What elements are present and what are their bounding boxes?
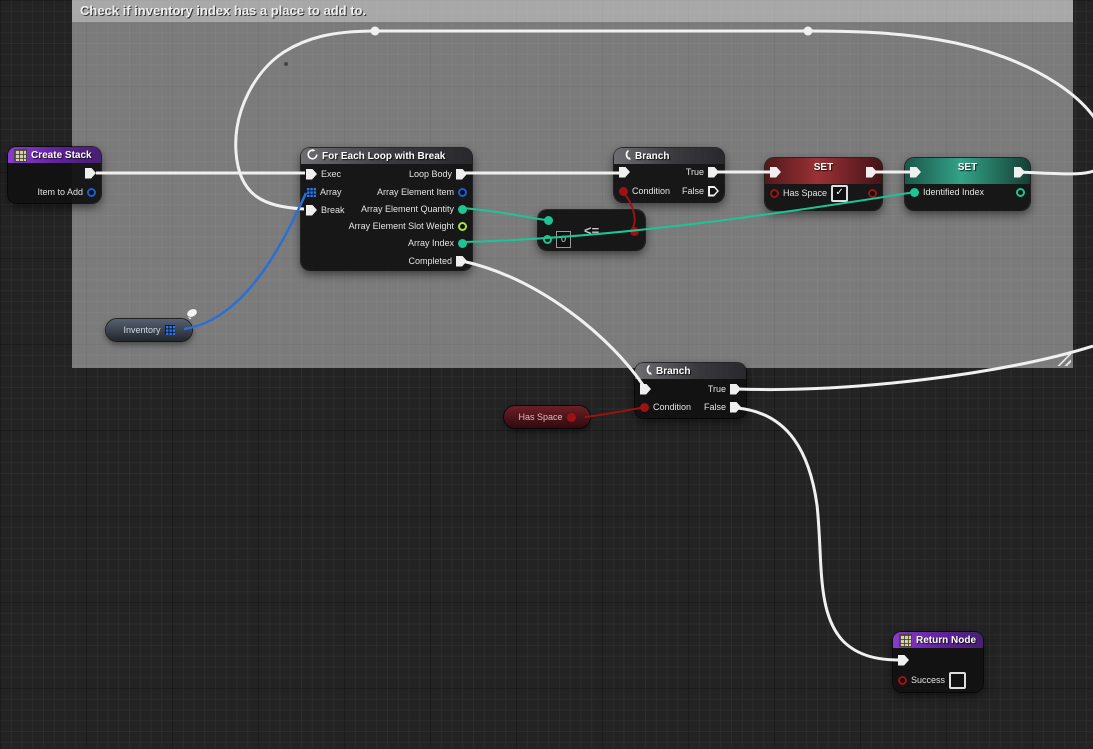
bool-pin-icon[interactable] [898, 676, 907, 685]
default-value-input[interactable]: 0 [556, 231, 571, 248]
branch-node-top[interactable]: Branch Condition True False [614, 148, 724, 202]
float-pin-icon[interactable] [458, 222, 467, 231]
array-in-pin[interactable]: Array [306, 184, 342, 200]
true-pin[interactable]: True [708, 381, 741, 397]
function-grid-icon [14, 149, 27, 162]
bool-pin-icon[interactable] [770, 189, 779, 198]
loop-icon [307, 149, 318, 163]
completed-pin[interactable]: Completed [408, 253, 467, 269]
exec-in-pin[interactable] [898, 652, 909, 668]
bool-checkbox-checked[interactable]: ✓ [831, 185, 848, 202]
node-title: Branch [635, 151, 669, 162]
compare-b-pin[interactable]: 0 [543, 231, 571, 247]
less-equal-node[interactable]: 0 <= [538, 210, 645, 250]
node-title: Return Node [916, 635, 976, 646]
exec-pin-icon[interactable] [708, 186, 719, 197]
bool-checkbox-unchecked[interactable] [949, 672, 966, 689]
false-pin[interactable]: False [682, 183, 719, 199]
object-pin-icon[interactable] [458, 188, 467, 197]
success-pin[interactable]: Success [898, 672, 966, 688]
array-element-slot-weight-pin[interactable]: Array Element Slot Weight [349, 218, 467, 234]
wire-exec-branch2-false-to-return[interactable] [737, 408, 899, 660]
array-pin-icon[interactable] [306, 187, 316, 197]
object-pin-icon[interactable] [87, 188, 96, 197]
array-element-item-pin[interactable]: Array Element Item [377, 184, 467, 200]
array-element-quantity-pin[interactable]: Array Element Quantity [361, 201, 467, 217]
true-pin[interactable]: True [686, 164, 719, 180]
branch-node-bottom[interactable]: Branch Condition True False [635, 363, 746, 418]
inventory-variable-node[interactable]: Inventory [106, 319, 192, 341]
int-pin-icon[interactable] [1016, 188, 1025, 197]
blueprint-canvas[interactable]: Check if inventory index has a place to … [0, 0, 1093, 749]
false-pin[interactable]: False [704, 399, 741, 415]
return-node[interactable]: Return Node Success [893, 632, 983, 692]
branch-icon [620, 149, 631, 163]
comment-title[interactable]: Check if inventory index has a place to … [72, 0, 1073, 22]
bool-pin-icon[interactable] [619, 187, 628, 196]
item-to-add-pin[interactable]: Item to Add [37, 184, 96, 200]
exec-pin-icon[interactable] [306, 205, 317, 216]
loop-body-pin[interactable]: Loop Body [409, 166, 467, 182]
exec-pin-icon[interactable] [898, 655, 909, 666]
set-has-space-node[interactable]: SET Has Space ✓ [765, 158, 882, 210]
exec-pin-icon[interactable] [85, 168, 96, 179]
array-index-pin[interactable]: Array Index [408, 235, 467, 251]
pin-speck [284, 62, 288, 66]
mouse-cursor [183, 306, 201, 329]
identified-index-value-pin[interactable]: Identified Index [910, 184, 984, 200]
node-title: For Each Loop with Break [322, 151, 445, 162]
has-space-variable-node[interactable]: Has Space [504, 406, 590, 428]
node-title: SET [765, 162, 882, 173]
node-title: SET [905, 162, 1030, 173]
node-title: Create Stack [31, 150, 92, 161]
for-each-loop-node[interactable]: For Each Loop with Break Exec Array Brea… [301, 148, 472, 270]
set-identified-index-node[interactable]: SET Identified Index [905, 158, 1030, 210]
break-in-pin[interactable]: Break [306, 202, 345, 218]
variable-label: Inventory [123, 325, 160, 335]
exec-in-pin[interactable] [619, 164, 630, 180]
bool-pin-icon[interactable] [567, 413, 576, 422]
bool-pin-icon[interactable] [868, 189, 877, 198]
create-stack-node[interactable]: Create Stack Item to Add [8, 147, 101, 203]
condition-pin[interactable]: Condition [640, 399, 691, 415]
exec-pin-icon[interactable] [619, 167, 630, 178]
function-grid-icon [899, 634, 912, 647]
exec-out-pin[interactable] [85, 165, 96, 181]
has-space-value-pin[interactable]: Has Space ✓ [770, 185, 848, 201]
int-pin-icon[interactable] [458, 239, 467, 248]
identified-index-out-pin[interactable] [1016, 184, 1025, 200]
exec-pin-icon[interactable] [306, 169, 317, 180]
branch-icon [641, 364, 652, 378]
node-title: Branch [656, 366, 690, 377]
array-pin-icon[interactable] [165, 325, 175, 335]
variable-label: Has Space [518, 412, 562, 422]
exec-in-pin[interactable]: Exec [306, 166, 341, 182]
